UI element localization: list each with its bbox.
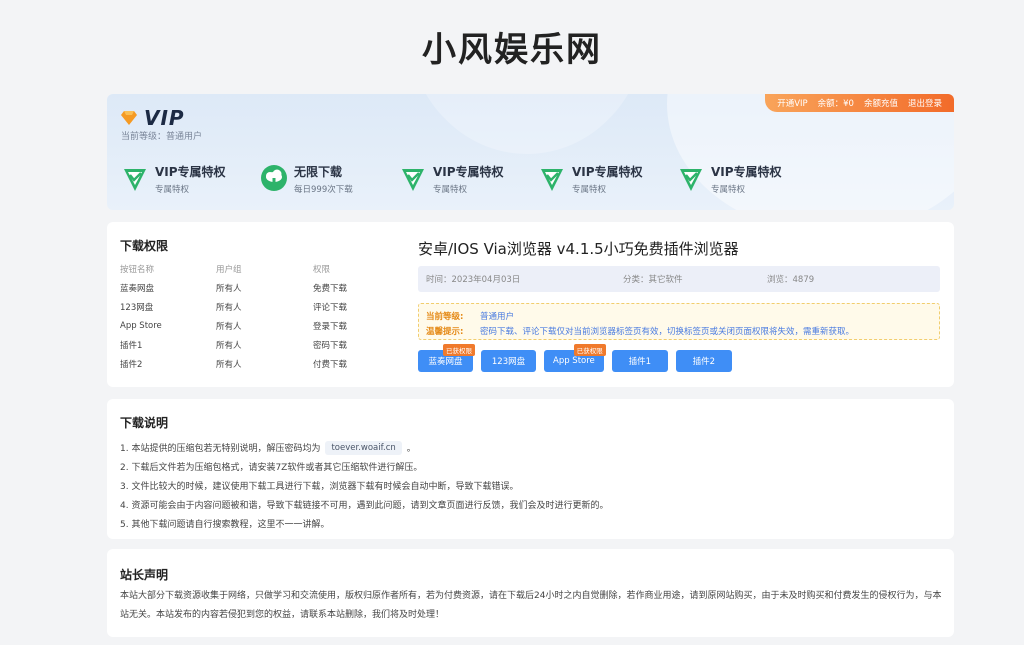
permissions-table: 按钮名称 用户组 权限 蓝奏网盘 所有人 免费下载 123网盘 所有人 评论下载… <box>120 259 393 373</box>
table-cell: 插件1 <box>120 340 143 351</box>
table-cell: 蓝奏网盘 <box>120 283 155 294</box>
perk-title: VIP专属特权 <box>155 165 226 179</box>
list-item: 3. 文件比较大的时候，建议使用下载工具进行下载，浏览器下载有时候会自动中断，导… <box>120 482 519 492</box>
permissions-title: 下载权限 <box>120 239 169 253</box>
table-cell: 评论下载 <box>313 302 348 313</box>
vip-badge-icon <box>124 169 146 191</box>
table-cell: 付费下载 <box>313 359 348 370</box>
perk-title: VIP专属特权 <box>433 165 504 179</box>
vip-logo-text: VIP <box>144 106 185 130</box>
button-label: App Store <box>553 356 595 366</box>
perk-subtitle: 专属特权 <box>711 185 746 195</box>
cloud-download-icon <box>261 165 287 191</box>
perk-subtitle: 专属特权 <box>572 185 607 195</box>
instructions-list: 1. 本站提供的压缩包若无特别说明，解压密码均为 toever.woaif.cn… <box>120 438 608 533</box>
column-header: 权限 <box>313 264 331 275</box>
button-label: 蓝奏网盘 <box>428 357 463 367</box>
perk-item: VIP专属特权 专属特权 <box>677 164 816 195</box>
notice-level-label: 当前等级: <box>426 312 464 322</box>
diamond-icon <box>121 111 137 125</box>
perk-item: VIP专属特权 专属特权 <box>399 164 538 195</box>
appstore-download-button[interactable]: App Store 已获权限 <box>544 344 606 372</box>
instructions-card: 下载说明 1. 本站提供的压缩包若无特别说明，解压密码均为 toever.woa… <box>107 399 954 539</box>
instructions-title: 下载说明 <box>120 416 169 430</box>
statement-card: 站长声明 本站大部分下载资源收集于网络，只做学习和交流使用，版权归原作者所有，若… <box>107 549 954 637</box>
table-cell: 免费下载 <box>313 283 348 294</box>
site-title: 小风娱乐网 <box>422 30 602 70</box>
table-cell: 登录下载 <box>313 321 348 332</box>
perk-subtitle: 专属特权 <box>155 185 190 195</box>
button-label: 插件2 <box>692 357 715 367</box>
list-item-text: 。 <box>406 444 416 454</box>
perk-item: VIP专属特权 专属特权 <box>538 164 677 195</box>
notice-box: 当前等级: 普通用户 温馨提示: 密码下载、评论下载仅对当前浏览器标签页有效，切… <box>418 303 940 340</box>
permission-granted-badge: 已获权限 <box>443 344 475 356</box>
notice-level-value: 普通用户 <box>480 312 515 322</box>
permission-granted-badge: 已获权限 <box>573 344 606 356</box>
open-vip-link[interactable]: 开通VIP <box>777 97 807 109</box>
vip-logo: VIP <box>121 106 185 130</box>
table-row: 插件2 所有人 付费下载 <box>120 354 393 373</box>
decor-blob <box>407 94 647 154</box>
notice-tip-value: 密码下载、评论下载仅对当前浏览器标签页有效，切换标签页或关闭页面权限将失效，需重… <box>480 327 855 337</box>
password-code[interactable]: toever.woaif.cn <box>325 440 402 455</box>
vip-perks: VIP专属特权 专属特权 无限下载 每日999次下载 VIP专属特权 专属特权 … <box>121 164 816 195</box>
list-item: 1. 本站提供的压缩包若无特别说明，解压密码均为 toever.woaif.cn… <box>120 438 608 457</box>
vip-badge-icon <box>680 169 702 191</box>
table-cell: 123网盘 <box>120 302 154 313</box>
table-cell: 密码下载 <box>313 340 348 351</box>
table-cell: 所有人 <box>216 359 242 370</box>
table-cell: 所有人 <box>216 302 242 313</box>
download-card: 下载权限 按钮名称 用户组 权限 蓝奏网盘 所有人 免费下载 123网盘 所有人… <box>107 222 954 387</box>
post-title: 安卓/IOS Via浏览器 v4.1.5小巧免费插件浏览器 <box>418 240 739 258</box>
plugin2-download-button[interactable]: 插件2 <box>675 350 732 372</box>
column-header: 按钮名称 <box>120 264 155 275</box>
perk-subtitle: 每日999次下载 <box>294 185 353 195</box>
perk-title: VIP专属特权 <box>572 165 643 179</box>
perk-title: VIP专属特权 <box>711 165 782 179</box>
balance-text: 余额：¥0 <box>817 99 854 109</box>
table-cell: App Store <box>120 320 162 331</box>
lanzou-download-button[interactable]: 蓝奏网盘 已获权限 <box>418 344 475 372</box>
perk-item: VIP专属特权 专属特权 <box>121 164 260 195</box>
table-cell: 所有人 <box>216 283 242 294</box>
post-category: 分类：其它软件 <box>623 275 683 285</box>
table-cell: 所有人 <box>216 340 242 351</box>
table-row: 蓝奏网盘 所有人 免费下载 <box>120 278 393 297</box>
table-row: App Store 所有人 登录下载 <box>120 316 393 335</box>
button-label: 插件1 <box>628 357 651 367</box>
table-cell: 插件2 <box>120 359 143 370</box>
vip-panel: VIP 当前等级：普通用户 开通VIP 余额：¥0 余额充值 退出登录 VIP专… <box>107 94 954 210</box>
table-header-row: 按钮名称 用户组 权限 <box>120 259 393 278</box>
post-meta-bar: 时间：2023年04月03日 分类：其它软件 浏览：4879 <box>418 266 940 292</box>
logout-link[interactable]: 退出登录 <box>908 97 942 109</box>
table-row: 插件1 所有人 密码下载 <box>120 335 393 354</box>
perk-item: 无限下载 每日999次下载 <box>260 164 399 195</box>
123pan-download-button[interactable]: 123网盘 <box>481 350 536 372</box>
list-item: 5. 其他下载问题请自行搜索教程，这里不一一讲解。 <box>120 520 330 530</box>
statement-title: 站长声明 <box>120 568 169 582</box>
post-time: 时间：2023年04月03日 <box>426 275 521 285</box>
column-header: 用户组 <box>216 264 242 275</box>
list-item-text: 1. 本站提供的压缩包若无特别说明，解压密码均为 <box>120 444 321 454</box>
recharge-link[interactable]: 余额充值 <box>864 97 898 109</box>
table-row: 123网盘 所有人 评论下载 <box>120 297 393 316</box>
vip-level-text: 当前等级：普通用户 <box>121 132 203 142</box>
perk-title: 无限下载 <box>294 165 343 179</box>
list-item: 2. 下载后文件若为压缩包格式，请安装7Z软件或者其它压缩软件进行解压。 <box>120 463 423 473</box>
statement-body: 本站大部分下载资源收集于网络，只做学习和交流使用，版权归原作者所有，若为付费资源… <box>120 591 942 620</box>
notice-tip-label: 温馨提示: <box>426 327 464 337</box>
download-buttons: 蓝奏网盘 已获权限 123网盘 App Store 已获权限 插件1 插件2 <box>418 344 732 372</box>
vip-topbar: 开通VIP 余额：¥0 余额充值 退出登录 <box>765 94 954 112</box>
button-label: 123网盘 <box>491 357 526 367</box>
vip-badge-icon <box>541 169 563 191</box>
table-cell: 所有人 <box>216 321 242 332</box>
list-item: 4. 资源可能会由于内容问题被和谐，导致下载链接不可用，遇到此问题，请到文章页面… <box>120 501 609 511</box>
plugin1-download-button[interactable]: 插件1 <box>611 350 668 372</box>
perk-subtitle: 专属特权 <box>433 185 468 195</box>
vip-badge-icon <box>402 169 424 191</box>
post-views: 浏览：4879 <box>767 275 815 285</box>
